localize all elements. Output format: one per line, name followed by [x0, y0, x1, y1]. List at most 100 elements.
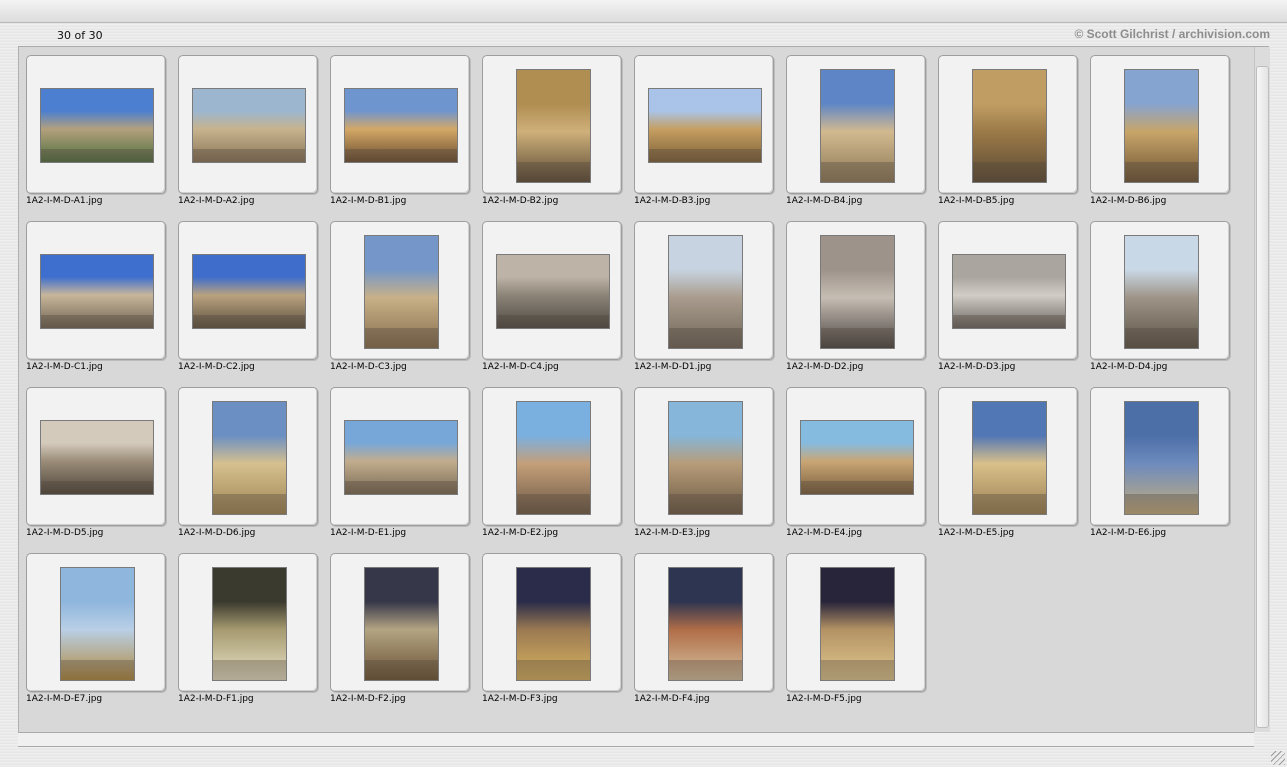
thumbnail-card[interactable] [482, 387, 622, 526]
thumbnail-card[interactable] [330, 55, 470, 194]
thumbnail-tile[interactable]: 1A2-I-M-D-B4.jpg [786, 55, 938, 221]
thumbnail-card[interactable] [26, 55, 166, 194]
thumbnail-image[interactable] [972, 69, 1047, 183]
thumbnail-card[interactable] [26, 387, 166, 526]
thumbnail-image[interactable] [668, 567, 743, 681]
thumbnail-card[interactable] [330, 553, 470, 692]
thumbnail-tile[interactable]: 1A2-I-M-D-C1.jpg [26, 221, 178, 387]
thumbnail-image[interactable] [1124, 401, 1199, 515]
thumbnail-image[interactable] [1124, 69, 1199, 183]
thumbnail-card[interactable] [330, 221, 470, 360]
thumbnail-image[interactable] [40, 88, 154, 163]
thumbnail-card[interactable] [482, 55, 622, 194]
thumbnail-image[interactable] [364, 235, 439, 349]
thumbnail-image[interactable] [516, 567, 591, 681]
thumbnail-tile[interactable]: 1A2-I-M-D-B3.jpg [634, 55, 786, 221]
thumbnail-card[interactable] [26, 221, 166, 360]
horizontal-scrollbar[interactable] [18, 732, 1254, 747]
thumbnail-tile[interactable]: 1A2-I-M-D-A1.jpg [26, 55, 178, 221]
thumbnail-tile[interactable]: 1A2-I-M-D-D2.jpg [786, 221, 938, 387]
thumbnail-image[interactable] [364, 567, 439, 681]
thumbnail-card[interactable] [938, 55, 1078, 194]
thumbnail-card[interactable] [482, 553, 622, 692]
thumbnail-tile[interactable]: 1A2-I-M-D-B5.jpg [938, 55, 1090, 221]
thumbnail-image[interactable] [496, 254, 610, 329]
thumbnail-card[interactable] [1090, 221, 1230, 360]
thumbnail-image[interactable] [344, 88, 458, 163]
vertical-scrollbar-thumb[interactable] [1256, 66, 1269, 728]
thumbnail-tile[interactable]: 1A2-I-M-D-E5.jpg [938, 387, 1090, 553]
thumbnail-card[interactable] [786, 221, 926, 360]
thumbnail-tile[interactable]: 1A2-I-M-D-E4.jpg [786, 387, 938, 553]
thumbnail-image[interactable] [192, 254, 306, 329]
thumbnail-tile[interactable]: 1A2-I-M-D-D6.jpg [178, 387, 330, 553]
thumbnail-tile[interactable]: 1A2-I-M-D-D5.jpg [26, 387, 178, 553]
thumbnail-image[interactable] [192, 88, 306, 163]
thumbnail-image[interactable] [40, 420, 154, 495]
thumbnail-tile[interactable]: 1A2-I-M-D-C4.jpg [482, 221, 634, 387]
thumbnail-tile[interactable]: 1A2-I-M-D-A2.jpg [178, 55, 330, 221]
thumbnail-tile[interactable]: 1A2-I-M-D-F1.jpg [178, 553, 330, 719]
thumbnail-tile[interactable]: 1A2-I-M-D-E2.jpg [482, 387, 634, 553]
thumbnail-image[interactable] [648, 88, 762, 163]
thumbnail-card[interactable] [178, 553, 318, 692]
thumbnail-image[interactable] [516, 69, 591, 183]
thumbnail-card[interactable] [330, 387, 470, 526]
resize-grip-icon[interactable] [1271, 751, 1285, 765]
thumbnail-tile[interactable]: 1A2-I-M-D-D4.jpg [1090, 221, 1242, 387]
thumbnail-tile[interactable]: 1A2-I-M-D-D3.jpg [938, 221, 1090, 387]
thumbnail-card[interactable] [938, 221, 1078, 360]
thumbnail-card[interactable] [178, 387, 318, 526]
thumbnail-image[interactable] [972, 401, 1047, 515]
thumbnail-image[interactable] [1124, 235, 1199, 349]
thumbnail-tile[interactable]: 1A2-I-M-D-F5.jpg [786, 553, 938, 719]
thumbnail-tile[interactable]: 1A2-I-M-D-E3.jpg [634, 387, 786, 553]
thumbnail-image[interactable] [668, 401, 743, 515]
thumbnail-card[interactable] [634, 55, 774, 194]
thumbnail-image[interactable] [40, 254, 154, 329]
thumbnail-tile[interactable]: 1A2-I-M-D-D1.jpg [634, 221, 786, 387]
thumbnail-image[interactable] [952, 254, 1066, 329]
thumbnail-tile[interactable]: 1A2-I-M-D-E6.jpg [1090, 387, 1242, 553]
thumbnail-filename: 1A2-I-M-D-D5.jpg [26, 528, 104, 538]
thumbnail-tile[interactable]: 1A2-I-M-D-B1.jpg [330, 55, 482, 221]
thumbnail-card[interactable] [482, 221, 622, 360]
thumbnail-tile[interactable]: 1A2-I-M-D-E1.jpg [330, 387, 482, 553]
thumbnail-image[interactable] [820, 69, 895, 183]
thumbnail-card[interactable] [178, 221, 318, 360]
thumbnail-card[interactable] [26, 553, 166, 692]
thumbnail-image[interactable] [820, 567, 895, 681]
thumbnail-filename: 1A2-I-M-D-E5.jpg [938, 528, 1015, 538]
thumbnail-card[interactable] [938, 387, 1078, 526]
thumbnail-card[interactable] [1090, 387, 1230, 526]
thumbnail-image[interactable] [344, 420, 458, 495]
thumbnail-tile[interactable]: 1A2-I-M-D-F3.jpg [482, 553, 634, 719]
thumbnail-tile[interactable]: 1A2-I-M-D-C2.jpg [178, 221, 330, 387]
thumbnail-filename: 1A2-I-M-D-C3.jpg [330, 362, 407, 372]
thumbnail-image[interactable] [212, 401, 287, 515]
thumbnail-card[interactable] [786, 55, 926, 194]
thumbnail-card[interactable] [786, 553, 926, 692]
thumbnail-tile[interactable]: 1A2-I-M-D-E7.jpg [26, 553, 178, 719]
thumbnail-image[interactable] [800, 420, 914, 495]
thumbnail-filename: 1A2-I-M-D-D2.jpg [786, 362, 864, 372]
thumbnail-tile[interactable]: 1A2-I-M-D-B2.jpg [482, 55, 634, 221]
thumbnail-card[interactable] [634, 221, 774, 360]
thumbnail-image[interactable] [212, 567, 287, 681]
thumbnail-card[interactable] [178, 55, 318, 194]
thumbnail-tile[interactable]: 1A2-I-M-D-B6.jpg [1090, 55, 1242, 221]
thumbnail-tile[interactable]: 1A2-I-M-D-F2.jpg [330, 553, 482, 719]
thumbnail-filename: 1A2-I-M-D-E7.jpg [26, 694, 103, 704]
thumbnail-image[interactable] [668, 235, 743, 349]
thumbnail-image[interactable] [820, 235, 895, 349]
thumbnail-image[interactable] [60, 567, 135, 681]
thumbnail-tile[interactable]: 1A2-I-M-D-F4.jpg [634, 553, 786, 719]
thumbnail-tile[interactable]: 1A2-I-M-D-C3.jpg [330, 221, 482, 387]
thumbnail-card[interactable] [634, 387, 774, 526]
thumbnail-image[interactable] [516, 401, 591, 515]
thumbnail-card[interactable] [786, 387, 926, 526]
thumbnail-filename: 1A2-I-M-D-F2.jpg [330, 694, 406, 704]
thumbnail-filename: 1A2-I-M-D-E6.jpg [1090, 528, 1167, 538]
thumbnail-card[interactable] [634, 553, 774, 692]
thumbnail-card[interactable] [1090, 55, 1230, 194]
